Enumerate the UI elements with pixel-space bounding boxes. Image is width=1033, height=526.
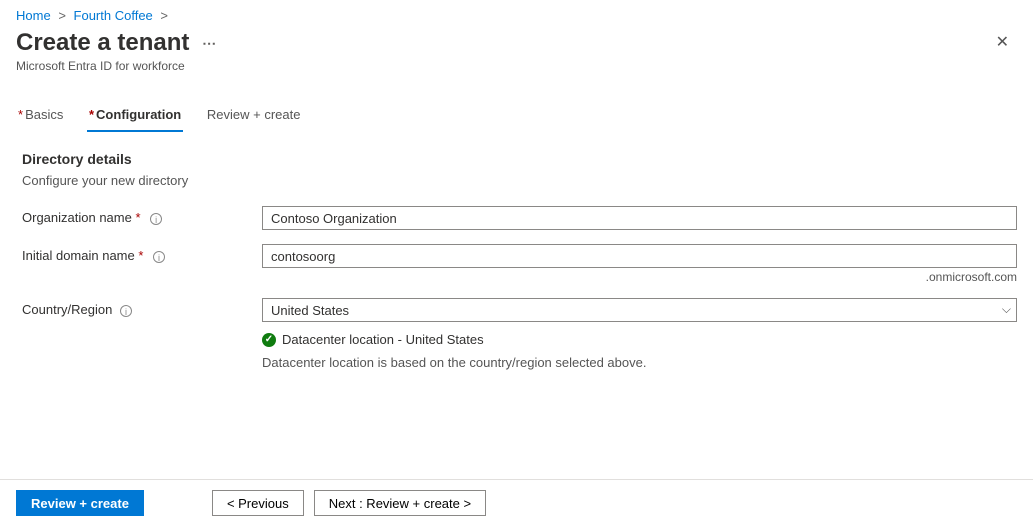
chevron-right-icon: >: [160, 8, 168, 23]
section-title: Directory details: [22, 151, 1017, 167]
review-create-button[interactable]: Review + create: [16, 490, 144, 516]
info-icon[interactable]: i: [153, 251, 165, 263]
datacenter-location-text: Datacenter location - United States: [282, 332, 484, 347]
org-name-input[interactable]: [262, 206, 1017, 230]
tabs: *Basics *Configuration Review + create: [16, 101, 1017, 133]
domain-suffix: .onmicrosoft.com: [262, 270, 1017, 284]
check-circle-icon: ✓: [262, 333, 276, 347]
label-org-name: Organization name * i: [22, 206, 262, 225]
label-domain-name-text: Initial domain name: [22, 248, 135, 263]
page-title: Create a tenant ⋯: [16, 29, 988, 57]
previous-button[interactable]: < Previous: [212, 490, 304, 516]
close-icon[interactable]: ✕: [988, 27, 1017, 59]
tab-review-create[interactable]: Review + create: [205, 101, 303, 130]
row-domain-name: Initial domain name * i .onmicrosoft.com: [22, 244, 1017, 284]
tab-basics-label: Basics: [25, 107, 63, 122]
page-subtitle: Microsoft Entra ID for workforce: [16, 59, 988, 73]
page-title-text: Create a tenant: [16, 29, 189, 56]
next-button[interactable]: Next : Review + create >: [314, 490, 486, 516]
label-country-region: Country/Region i: [22, 298, 262, 317]
domain-name-input[interactable]: [262, 244, 1017, 268]
info-icon[interactable]: i: [120, 305, 132, 317]
tab-configuration[interactable]: *Configuration: [87, 101, 183, 132]
section-subtitle: Configure your new directory: [22, 173, 1017, 188]
label-domain-name: Initial domain name * i: [22, 244, 262, 263]
chevron-right-icon: >: [58, 8, 66, 23]
content: Directory details Configure your new dir…: [0, 133, 1033, 370]
row-country-region: Country/Region i ⌵ ✓ Datacenter location…: [22, 298, 1017, 370]
datacenter-location: ✓ Datacenter location - United States: [262, 332, 1017, 347]
breadcrumb: Home > Fourth Coffee >: [0, 0, 1033, 27]
label-country-region-text: Country/Region: [22, 302, 112, 317]
page-header: Create a tenant ⋯ Microsoft Entra ID for…: [0, 27, 1033, 73]
more-icon[interactable]: ⋯: [202, 35, 216, 51]
label-org-name-text: Organization name: [22, 210, 132, 225]
country-region-select[interactable]: [262, 298, 1017, 322]
info-icon[interactable]: i: [150, 213, 162, 225]
footer: Review + create < Previous Next : Review…: [0, 479, 1033, 526]
tab-basics[interactable]: *Basics: [16, 101, 65, 130]
breadcrumb-home[interactable]: Home: [16, 8, 51, 23]
row-org-name: Organization name * i: [22, 206, 1017, 230]
tab-configuration-label: Configuration: [96, 107, 181, 122]
breadcrumb-item[interactable]: Fourth Coffee: [74, 8, 153, 23]
datacenter-note: Datacenter location is based on the coun…: [262, 355, 1017, 370]
